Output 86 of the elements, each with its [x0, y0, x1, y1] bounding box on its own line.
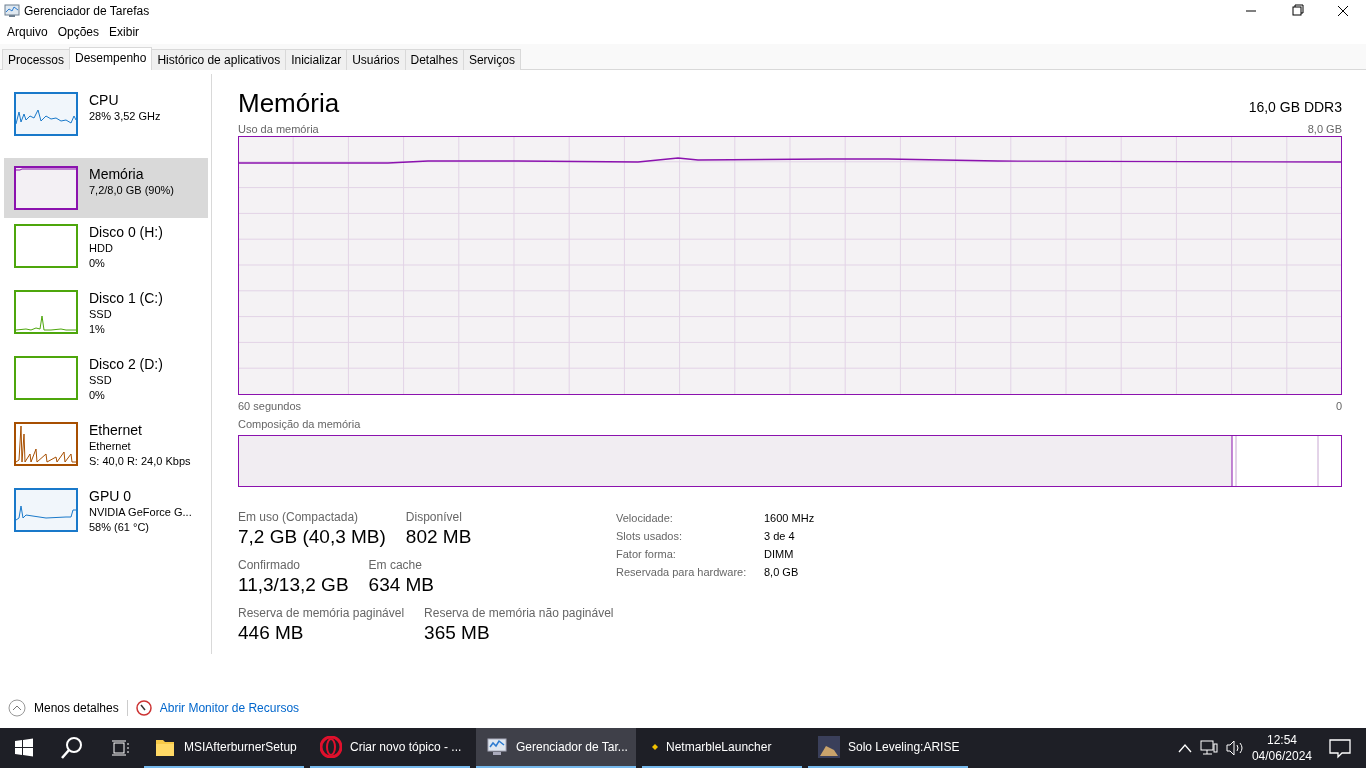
stat-value: 802 MB — [405, 525, 472, 549]
item-detail: HDD — [89, 241, 114, 256]
stat-value: 11,3/13,2 GB — [238, 573, 349, 597]
tab[interactable]: Inicializar — [285, 49, 348, 70]
resource-monitor-link[interactable]: Abrir Monitor de Recursos — [159, 699, 300, 717]
item-detail: 0% — [89, 256, 106, 271]
windows-start-icon[interactable] — [14, 738, 34, 758]
property-label: Slots usados: — [616, 529, 684, 544]
sidebar-item[interactable]: Disco 0 (H:) HDD 0% — [4, 224, 208, 290]
taskbar-app[interactable]: NetmarbleLauncher — [642, 728, 802, 768]
menu-item[interactable]: Exibir — [104, 22, 145, 42]
app-icon — [4, 4, 20, 18]
item-detail: 58% (61 °C) — [89, 520, 151, 535]
item-detail: SSD — [89, 307, 113, 322]
graph-time-label: 60 segundos — [238, 399, 301, 413]
composition-label: Composição da memória — [238, 417, 361, 431]
item-detail: 7,2/8,0 GB (90%) — [89, 183, 174, 198]
graph-min: 0 — [1335, 399, 1342, 413]
property-label: Velocidade: — [616, 511, 674, 526]
memory-spec: 16,0 GB DDR3 — [1248, 98, 1342, 117]
clock-time[interactable]: 12:54 — [1251, 732, 1312, 748]
item-detail: SSD — [89, 373, 113, 388]
stat-value: 7,2 GB (40,3 MB) — [238, 525, 386, 549]
property-label: Reservada para hardware: — [616, 565, 748, 580]
graph-max: 8,0 GB — [1307, 122, 1342, 136]
item-title: GPU 0 — [89, 488, 132, 505]
menu-item[interactable]: Opções — [52, 22, 105, 42]
item-detail: 28% 3,52 GHz — [89, 109, 161, 124]
sidebar-item[interactable]: Disco 2 (D:) SSD 0% — [4, 356, 208, 422]
property-value: 8,0 GB — [764, 565, 800, 580]
page-title: Memória — [238, 88, 340, 118]
stat-label: Reserva de memória paginável — [238, 605, 405, 621]
sidebar-item[interactable]: Disco 1 (C:) SSD 1% — [4, 290, 208, 356]
item-detail: 0% — [89, 388, 106, 403]
stat-label: Em cache — [368, 557, 423, 573]
graph-label: Uso da memória — [238, 122, 319, 136]
property-value: DIMM — [764, 547, 795, 562]
task-view-icon[interactable] — [110, 739, 130, 757]
sidebar-item[interactable]: CPU 28% 3,52 GHz — [4, 92, 208, 158]
game-thumbnail-icon — [818, 736, 840, 758]
clock-date[interactable]: 04/06/2024 — [1251, 748, 1312, 764]
window-title: Gerenciador de Tarefas — [24, 3, 150, 20]
taskbar-app[interactable]: MSIAfterburnerSetup — [144, 728, 304, 768]
taskbar-app[interactable]: Solo Leveling:ARISE — [808, 728, 968, 768]
tab[interactable]: Detalhes — [404, 49, 464, 70]
property-value: 3 de 4 — [764, 529, 796, 544]
property-label: Fator forma: — [616, 547, 677, 562]
stat-label: Reserva de memória não paginável — [424, 605, 614, 621]
fewer-details-link[interactable]: Menos detalhes — [34, 699, 119, 717]
chevron-up-icon[interactable] — [1177, 743, 1192, 753]
stat-label: Disponível — [405, 509, 463, 525]
tab[interactable]: Desempenho — [69, 47, 153, 70]
sidebar-item[interactable]: Ethernet Ethernet S: 40,0 R: 24,0 Kbps — [4, 422, 208, 488]
tab[interactable]: Serviços — [462, 49, 521, 70]
sidebar-item[interactable]: Memória 7,2/8,0 GB (90%) — [4, 158, 208, 218]
monitor-icon — [486, 736, 508, 758]
item-title: CPU — [89, 92, 120, 109]
item-detail: Ethernet — [89, 439, 132, 454]
stat-label: Em uso (Compactada) — [238, 509, 360, 525]
item-title: Disco 1 (C:) — [89, 290, 163, 307]
stat-label: Confirmado — [238, 557, 302, 573]
tab[interactable]: Usuários — [346, 49, 406, 70]
network-icon[interactable] — [1199, 740, 1218, 756]
menu-item[interactable]: Arquivo — [2, 22, 53, 42]
stat-value: 365 MB — [424, 621, 491, 645]
search-icon[interactable] — [60, 736, 84, 760]
diamond-icon — [652, 744, 658, 750]
stat-value: 634 MB — [368, 573, 435, 597]
taskbar-app[interactable]: Criar novo tópico - ... — [310, 728, 470, 768]
gauge-icon[interactable] — [135, 700, 152, 716]
item-detail: NVIDIA GeForce G... — [89, 505, 192, 520]
tab[interactable]: Histórico de aplicativos — [151, 49, 287, 70]
sidebar-item[interactable]: GPU 0 NVIDIA GeForce G... 58% (61 °C) — [4, 488, 208, 554]
item-title: Memória — [89, 166, 145, 183]
taskbar-app[interactable]: Gerenciador de Tar... — [476, 728, 636, 768]
item-title: Ethernet — [89, 422, 143, 439]
speaker-icon[interactable] — [1225, 740, 1244, 756]
item-detail: 1% — [89, 322, 106, 337]
collapse-icon[interactable] — [8, 699, 26, 717]
item-detail: S: 40,0 R: 24,0 Kbps — [89, 454, 191, 469]
tab[interactable]: Processos — [2, 49, 71, 70]
item-title: Disco 2 (D:) — [89, 356, 163, 373]
property-value: 1600 MHz — [764, 511, 815, 526]
stat-value: 446 MB — [238, 621, 305, 645]
item-title: Disco 0 (H:) — [89, 224, 163, 241]
ring-icon — [320, 736, 342, 758]
